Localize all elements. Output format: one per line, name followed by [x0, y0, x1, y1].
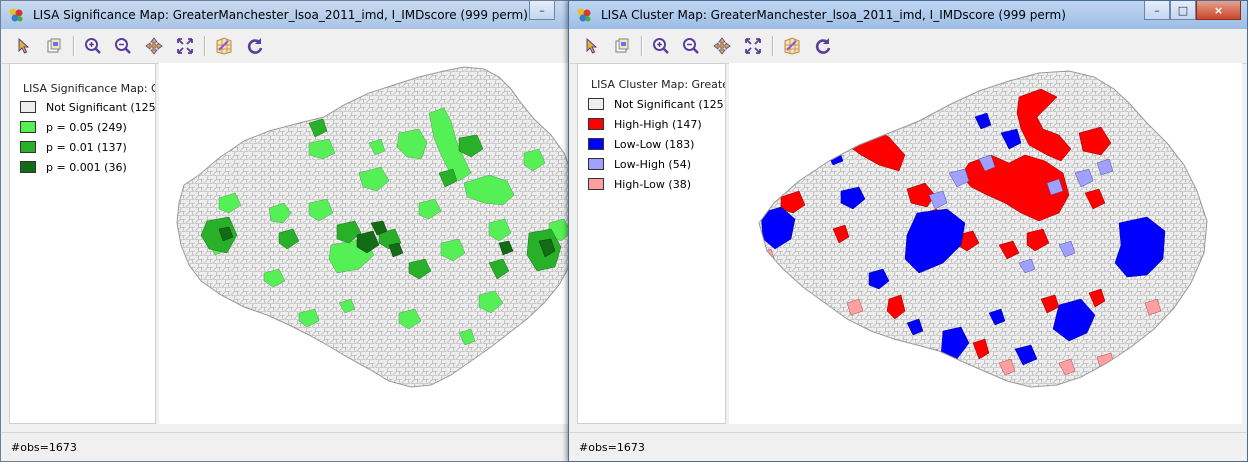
legend-item[interactable]: Not Significant (1251) — [588, 97, 726, 111]
copy-selection-icon[interactable] — [612, 36, 632, 56]
minimize-button[interactable]: – — [529, 1, 555, 20]
refresh-icon[interactable] — [245, 36, 265, 56]
zoom-in-icon[interactable] — [83, 36, 103, 56]
caption-buttons: – — [529, 1, 555, 21]
legend-item[interactable]: Low-Low (183) — [588, 137, 694, 151]
legend-item[interactable]: High-Low (38) — [588, 177, 691, 191]
legend-swatch — [588, 118, 604, 130]
legend-swatch — [588, 138, 604, 150]
choropleth-map[interactable] — [159, 63, 570, 424]
legend-swatch — [588, 98, 604, 110]
status-obs-count: #obs=1673 — [11, 441, 77, 454]
window-title: LISA Significance Map: GreaterManchester… — [33, 8, 528, 22]
fit-extent-icon[interactable] — [175, 36, 195, 56]
legend-item[interactable]: High-High (147) — [588, 117, 702, 131]
title-bar[interactable]: LISA Significance Map: GreaterManchester… — [1, 1, 569, 29]
legend-label: p = 0.01 (137) — [46, 140, 127, 154]
toolbar-separator — [73, 36, 75, 56]
legend-title: LISA Significance Map: Grea — [23, 82, 155, 95]
choropleth-map[interactable] — [729, 63, 1242, 424]
legend-item[interactable]: p = 0.001 (36) — [20, 160, 127, 174]
map-grid-icon[interactable] — [214, 36, 234, 56]
legend-label: Low-Low (183) — [614, 137, 695, 151]
map-toolbar — [569, 29, 1247, 64]
legend-swatch — [20, 101, 36, 113]
title-bar[interactable]: LISA Cluster Map: GreaterManchester_lsoa… — [569, 1, 1247, 29]
legend-label: Not Significant (1251) — [46, 100, 156, 114]
cluster-map-window: LISA Cluster Map: GreaterManchester_lsoa… — [568, 0, 1248, 462]
legend-label: Not Significant (1251) — [614, 97, 726, 111]
legend-panel: LISA Cluster Map: GreaterM Not Significa… — [577, 63, 726, 424]
close-button[interactable]: × — [1196, 1, 1241, 20]
pan-icon[interactable] — [712, 36, 732, 56]
maximize-button[interactable]: □ — [1170, 1, 1196, 20]
geoda-app-icon — [9, 8, 23, 22]
legend-label: p = 0.001 (36) — [46, 160, 127, 174]
window-title: LISA Cluster Map: GreaterManchester_lsoa… — [601, 8, 1066, 22]
status-obs-count: #obs=1673 — [579, 441, 645, 454]
map-toolbar — [1, 29, 569, 64]
toolbar-separator — [641, 36, 643, 56]
legend-label: High-High (147) — [614, 117, 702, 131]
legend-swatch — [588, 178, 604, 190]
map-canvas[interactable] — [729, 63, 1242, 424]
minimize-button[interactable]: – — [1144, 1, 1170, 20]
toolbar-separator — [204, 36, 206, 56]
legend-item[interactable]: p = 0.01 (137) — [20, 140, 127, 154]
legend-swatch — [20, 121, 36, 133]
geoda-app-icon — [577, 8, 591, 22]
select-pointer-icon[interactable] — [582, 36, 602, 56]
select-pointer-icon[interactable] — [14, 36, 34, 56]
legend-item[interactable]: Not Significant (1251) — [20, 100, 156, 114]
legend-label: High-Low (38) — [614, 177, 691, 191]
status-bar: #obs=1673 — [1, 432, 569, 461]
zoom-out-icon[interactable] — [681, 36, 701, 56]
legend-swatch — [20, 141, 36, 153]
refresh-icon[interactable] — [813, 36, 833, 56]
caption-buttons: – □ × — [1144, 1, 1241, 21]
copy-selection-icon[interactable] — [44, 36, 64, 56]
legend-swatch — [588, 158, 604, 170]
zoom-out-icon[interactable] — [113, 36, 133, 56]
legend-label: p = 0.05 (249) — [46, 120, 127, 134]
pan-icon[interactable] — [144, 36, 164, 56]
legend-item[interactable]: p = 0.05 (249) — [20, 120, 127, 134]
legend-label: Low-High (54) — [614, 157, 691, 171]
fit-extent-icon[interactable] — [743, 36, 763, 56]
zoom-in-icon[interactable] — [651, 36, 671, 56]
map-grid-icon[interactable] — [782, 36, 802, 56]
legend-item[interactable]: Low-High (54) — [588, 157, 691, 171]
significance-map-window: LISA Significance Map: GreaterManchester… — [0, 0, 570, 462]
status-bar: #obs=1673 — [569, 432, 1247, 461]
legend-swatch — [20, 161, 36, 173]
map-canvas[interactable] — [159, 63, 570, 424]
legend-title: LISA Cluster Map: GreaterM — [591, 78, 725, 91]
legend-panel: LISA Significance Map: Grea Not Signific… — [9, 63, 156, 424]
toolbar-separator — [772, 36, 774, 56]
